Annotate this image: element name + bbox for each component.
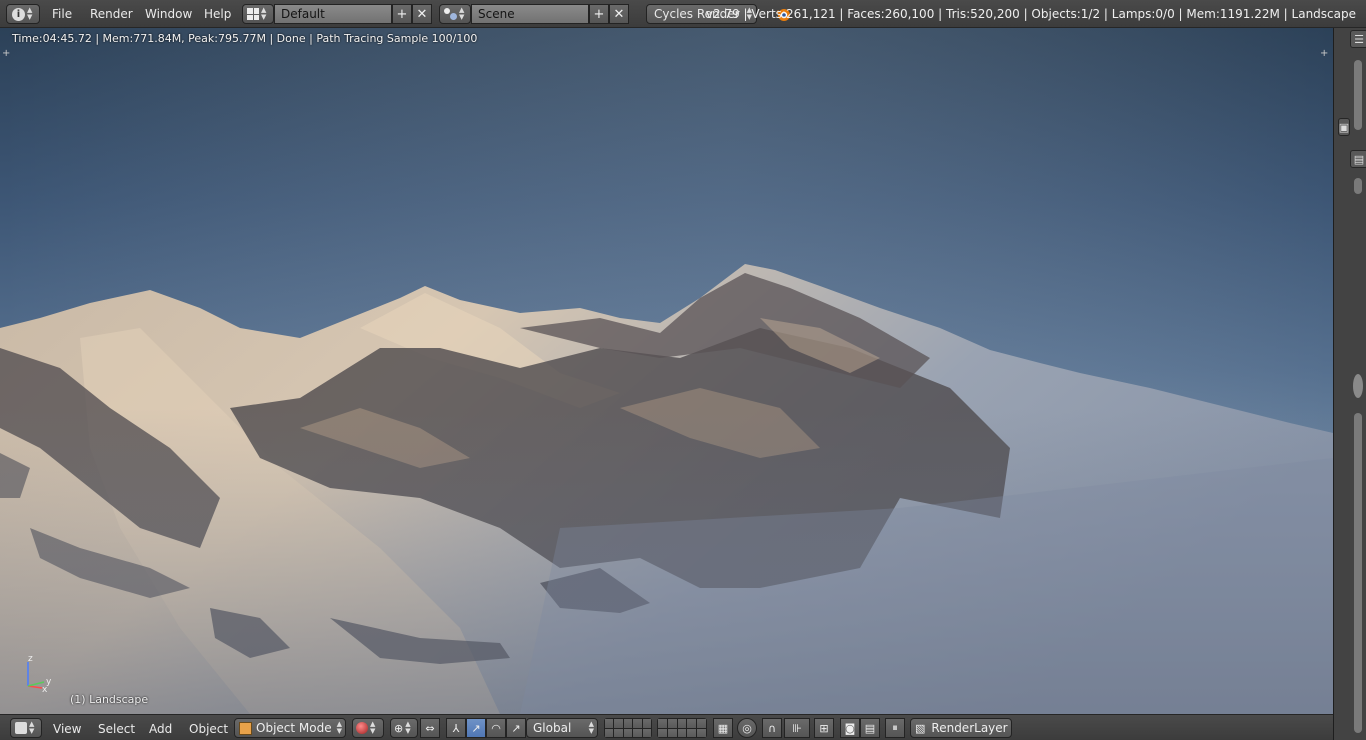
screen-layout-selector[interactable]: ▲ ▼ — [242, 4, 274, 24]
transform-orientation-label: Global — [533, 721, 572, 735]
add-scene-icon[interactable]: + — [589, 4, 609, 24]
scene-icon — [444, 8, 457, 20]
info-header: i ▲ ▼ File Render Window Help ▲ ▼ Default … — [0, 0, 1366, 28]
translate-manipulator-icon[interactable]: ↗ — [466, 718, 486, 738]
render-layer-selector[interactable]: ▧ RenderLayer — [910, 718, 1012, 738]
scene-layers-grid-1[interactable] — [604, 718, 652, 738]
3d-view-header: ▲ ▼ View Select Add Object Object Mode ▲ ▼… — [0, 714, 1333, 740]
outliner-scrollbar[interactable] — [1354, 60, 1362, 130]
render-still-icon[interactable]: ◙ — [840, 718, 860, 738]
menu-window[interactable]: Window — [145, 7, 192, 21]
pivot-icon: ⊕ — [394, 721, 404, 735]
chevron-updown-icon: ▲ ▼ — [27, 6, 33, 21]
properties-scroll-handle[interactable] — [1354, 178, 1362, 194]
render-layer-icon: ▧ — [915, 721, 926, 735]
transform-orientation-dropdown[interactable]: Global ▲ ▼ — [526, 718, 598, 738]
pivot-point-dropdown[interactable]: ⊕ ▲ ▼ — [390, 718, 418, 738]
cube-view-icon — [15, 722, 27, 734]
axis-gizmo-icon: z x y — [27, 654, 52, 695]
render-animation-icon[interactable]: ▤ — [860, 718, 880, 738]
camera-icon[interactable]: ▣ — [1338, 118, 1350, 136]
menu-file[interactable]: File — [52, 7, 72, 21]
editor-type-button[interactable]: i ▲ ▼ — [6, 4, 40, 24]
manipulate-center-icon[interactable]: ⇔ — [420, 718, 440, 738]
editor-type-3d-button[interactable]: ▲ ▼ — [10, 718, 42, 738]
menu-select[interactable]: Select — [98, 722, 135, 736]
layout-grid-icon — [247, 8, 259, 20]
menu-help[interactable]: Help — [204, 7, 231, 21]
scene-field[interactable]: Scene — [471, 4, 589, 24]
delete-layout-icon[interactable]: ✕ — [412, 4, 432, 24]
axis-z-label: z — [28, 654, 33, 664]
active-object-label: (1) Landscape — [70, 693, 149, 706]
interaction-mode-dropdown[interactable]: Object Mode ▲ ▼ — [234, 718, 346, 738]
menu-add[interactable]: Add — [149, 722, 172, 736]
add-layout-icon[interactable]: + — [392, 4, 412, 24]
menu-view[interactable]: View — [53, 722, 81, 736]
scene-statistics: v2.79 | Verts:261,121 | Faces:260,100 | … — [705, 7, 1356, 21]
render-layer-label: RenderLayer — [931, 721, 1008, 735]
scale-manipulator-icon[interactable]: ↗ — [506, 718, 526, 738]
chevron-updown-icon: ▲ ▼ — [261, 6, 267, 21]
opengl-render-icon[interactable]: ⏸ — [885, 718, 905, 738]
render-info-text: Time:04:45.72 | Mem:771.84M, Peak:795.77… — [12, 32, 478, 45]
interaction-mode-label: Object Mode — [256, 721, 332, 735]
chevron-updown-icon: ▲ ▼ — [336, 720, 342, 735]
info-icon: i — [12, 7, 25, 21]
chevron-updown-icon: ▲ ▼ — [459, 6, 465, 21]
scene-selector[interactable]: ▲ ▼ — [439, 4, 471, 24]
rendered-mountain-image — [0, 28, 1333, 714]
3d-viewport[interactable]: + + Time:04:45.72 | Mem:771.84M, Peak:79… — [0, 28, 1333, 714]
proportional-editing-icon[interactable]: ◎ — [737, 718, 757, 738]
properties-scrollbar[interactable] — [1354, 413, 1362, 733]
lock-camera-layers-icon[interactable]: ▦ — [713, 718, 733, 738]
scene-layers-grid-2[interactable] — [657, 718, 707, 738]
right-side-panel: ☰ ▣ ▤ — [1333, 28, 1366, 740]
menu-object[interactable]: Object — [189, 722, 228, 736]
outliner-editor-icon[interactable]: ☰ — [1350, 30, 1366, 48]
viewport-shading-dropdown[interactable]: ▲ ▼ — [352, 718, 384, 738]
snap-target-icon[interactable]: ⊞ — [814, 718, 834, 738]
snap-element-dropdown-icon[interactable]: ⊪ — [784, 718, 810, 738]
axis-y-label: y — [46, 677, 52, 687]
object-mode-cube-icon — [239, 721, 252, 735]
transform-manipulator-toggle-icon[interactable]: ⅄ — [446, 718, 466, 738]
chevron-updown-icon: ▲ ▼ — [29, 720, 35, 735]
menu-render[interactable]: Render — [90, 7, 133, 21]
area-corner-right-icon[interactable]: + — [1320, 49, 1330, 59]
chevron-updown-icon: ▲ ▼ — [370, 720, 376, 735]
shading-sphere-icon — [356, 722, 368, 734]
chevron-updown-icon: ▲ ▼ — [588, 720, 594, 735]
snap-toggle-icon[interactable]: ∩ — [762, 718, 782, 738]
delete-scene-icon[interactable]: ✕ — [609, 4, 629, 24]
chevron-updown-icon: ▲ ▼ — [405, 720, 411, 735]
properties-slider-knob[interactable] — [1353, 374, 1363, 398]
screen-layout-field[interactable]: Default — [274, 4, 392, 24]
area-corner-left-icon[interactable]: + — [2, 49, 12, 59]
properties-editor-icon[interactable]: ▤ — [1350, 150, 1366, 168]
rotate-manipulator-icon[interactable]: ◠ — [486, 718, 506, 738]
